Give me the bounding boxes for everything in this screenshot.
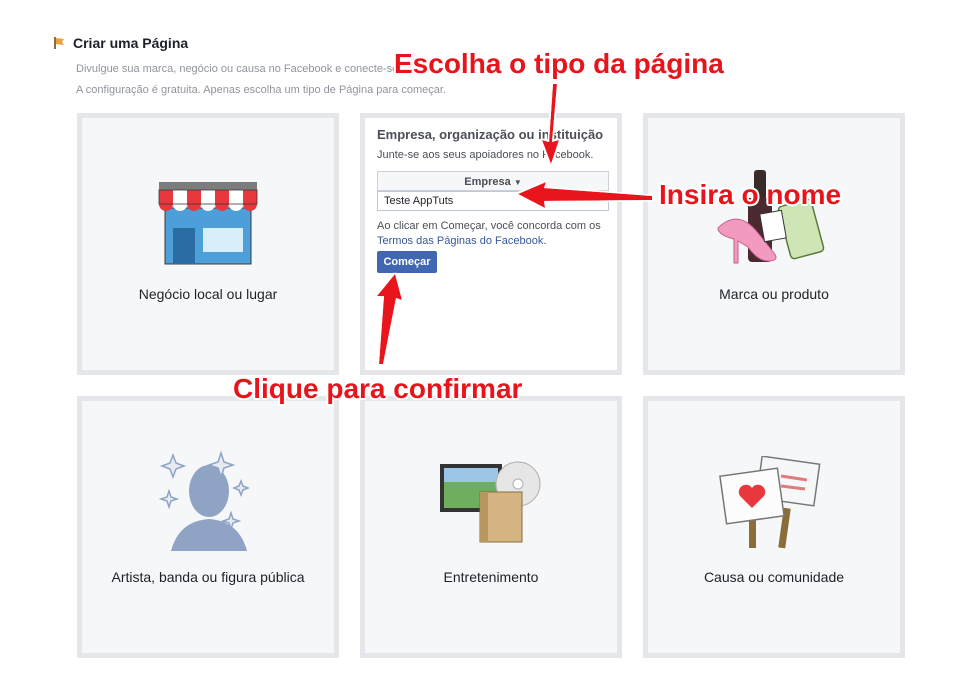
tile-artist[interactable]: Artista, banda ou figura pública [77,396,339,658]
cause-signs-icon [719,456,821,549]
annotation-insert-name: Insira o nome [659,179,842,210]
form-title: Empresa, organização ou instituição [377,127,604,142]
chevron-down-icon: ▼ [513,178,522,187]
terms-prefix: Ao clicar em Começar, você concorda com … [377,220,601,232]
tile-entertainment[interactable]: Entretenimento [360,396,622,658]
page-instructions: A configuração é gratuita. Apenas escolh… [76,84,446,96]
annotation-choose-type: Escolha o tipo da página [394,48,724,79]
flag-icon [54,37,64,49]
tile-label: Marca ou produto [719,286,829,302]
entertainment-icon [440,461,541,543]
storefront-icon [158,182,258,265]
annotation-click-confirm: Clique para confirmar [233,373,523,404]
terms-link[interactable]: Termos das Páginas do Facebook [377,235,543,247]
tile-label: Negócio local ou lugar [138,286,278,302]
category-dropdown[interactable]: Empresa ▼ [377,171,609,191]
tile-label: Entretenimento [443,569,539,585]
tile-local-business[interactable]: Negócio local ou lugar [77,113,339,375]
page-name-input[interactable] [377,191,609,211]
page-description: Divulgue sua marca, negócio ou causa no … [76,63,399,75]
public-figure-icon [158,451,251,551]
tile-label: Causa ou comunidade [703,569,845,585]
tile-brand-product[interactable]: Marca ou produto [643,113,905,375]
tile-label: Artista, banda ou figura pública [111,569,305,585]
terms-suffix: . [543,235,547,247]
category-selected: Empresa [464,176,511,188]
start-button[interactable]: Começar [377,251,437,273]
terms-text: Ao clicar em Começar, você concorda com … [377,219,617,249]
form-subtitle: Junte-se aos seus apoiadores no Facebook… [377,149,594,161]
page-title: Criar uma Página [73,35,189,51]
tile-cause-community[interactable]: Causa ou comunidade [643,396,905,658]
tile-company-form[interactable]: Empresa, organização ou instituição Junt… [360,113,622,375]
